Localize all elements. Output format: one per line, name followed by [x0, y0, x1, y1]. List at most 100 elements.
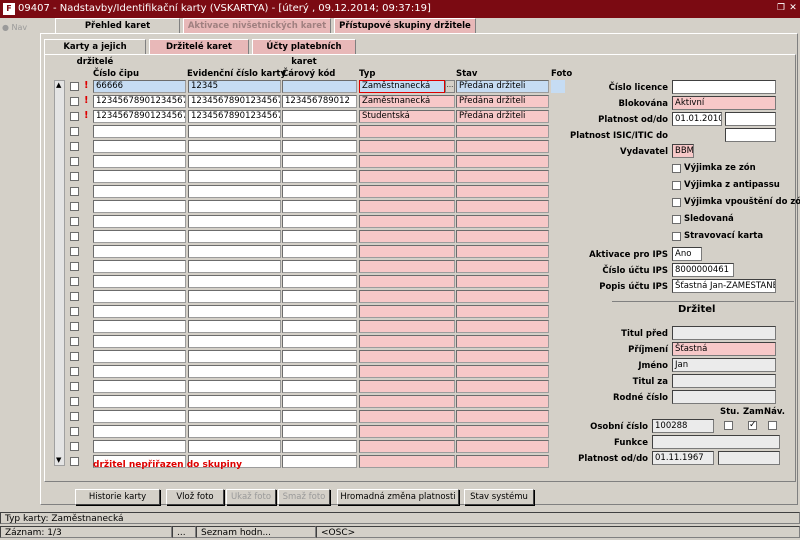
- cell-evidencni[interactable]: 12345678901234567890: [188, 95, 281, 108]
- smaz-foto-button[interactable]: Smaž foto: [278, 489, 330, 505]
- cell-stav[interactable]: [456, 140, 549, 153]
- cell-evidencni[interactable]: [188, 320, 281, 333]
- row-select-checkbox[interactable]: [70, 457, 79, 466]
- cell-typ[interactable]: [359, 170, 455, 183]
- cell-carovy[interactable]: [282, 260, 357, 273]
- cell-cislo-cipu[interactable]: [93, 260, 186, 273]
- cell-cislo-cipu[interactable]: [93, 170, 186, 183]
- cell-carovy[interactable]: [282, 245, 357, 258]
- cell-carovy[interactable]: [282, 425, 357, 438]
- cell-typ[interactable]: [359, 440, 455, 453]
- cell-typ[interactable]: [359, 455, 455, 468]
- cell-typ[interactable]: [359, 230, 455, 243]
- row-select-checkbox[interactable]: [70, 232, 79, 241]
- cell-cislo-cipu[interactable]: [93, 425, 186, 438]
- nav-button[interactable]: ● Nav: [2, 23, 27, 32]
- popis-uctu-ips-field[interactable]: Šťastná Jan-ZAMESTANE: [672, 279, 776, 293]
- cell-cislo-cipu[interactable]: [93, 305, 186, 318]
- row-select-checkbox[interactable]: [70, 367, 79, 376]
- cell-stav[interactable]: Předána držiteli: [456, 80, 549, 93]
- titul-za-field[interactable]: [672, 374, 776, 388]
- row-select-checkbox[interactable]: [70, 412, 79, 421]
- cell-typ[interactable]: [359, 155, 455, 168]
- cell-cislo-cipu[interactable]: [93, 335, 186, 348]
- cell-stav[interactable]: [456, 290, 549, 303]
- cell-carovy[interactable]: [282, 155, 357, 168]
- prijmeni-field[interactable]: Šťastná: [672, 342, 776, 356]
- tab-drzitele-karet[interactable]: Držitelé karet: [149, 39, 249, 54]
- cell-carovy[interactable]: [282, 380, 357, 393]
- cell-stav[interactable]: Předána držiteli: [456, 110, 549, 123]
- cell-carovy[interactable]: [282, 320, 357, 333]
- cell-typ[interactable]: [359, 425, 455, 438]
- cell-evidencni[interactable]: [188, 245, 281, 258]
- tab-pristupove-skupiny[interactable]: Přístupové skupiny držitele: [334, 18, 476, 33]
- cell-evidencni[interactable]: 12345: [188, 80, 281, 93]
- row-select-checkbox[interactable]: [70, 262, 79, 271]
- cell-carovy[interactable]: [282, 125, 357, 138]
- cell-carovy[interactable]: [282, 365, 357, 378]
- historie-karty-button[interactable]: Historie karty: [75, 489, 160, 505]
- cell-cislo-cipu[interactable]: [93, 380, 186, 393]
- cell-carovy[interactable]: [282, 185, 357, 198]
- cell-typ[interactable]: [359, 410, 455, 423]
- cell-cislo-cipu[interactable]: [93, 230, 186, 243]
- cell-typ[interactable]: [359, 395, 455, 408]
- grid-scrollbar[interactable]: [54, 80, 65, 466]
- cell-typ[interactable]: [359, 350, 455, 363]
- lov-button[interactable]: ...: [445, 80, 455, 93]
- cell-stav[interactable]: [456, 230, 549, 243]
- cell-evidencni[interactable]: [188, 275, 281, 288]
- cell-cislo-cipu[interactable]: [93, 440, 186, 453]
- cell-cislo-cipu[interactable]: [93, 155, 186, 168]
- cell-typ[interactable]: [359, 125, 455, 138]
- cell-carovy[interactable]: [282, 305, 357, 318]
- cell-cislo-cipu[interactable]: 12345678901234567890: [93, 95, 186, 108]
- cell-cislo-cipu[interactable]: [93, 275, 186, 288]
- row-select-checkbox[interactable]: [70, 187, 79, 196]
- row-select-checkbox[interactable]: [70, 202, 79, 211]
- cell-stav[interactable]: [456, 410, 549, 423]
- checkbox-option[interactable]: [672, 164, 681, 173]
- row-select-checkbox[interactable]: [70, 112, 79, 121]
- cell-typ[interactable]: [359, 185, 455, 198]
- cell-carovy[interactable]: [282, 290, 357, 303]
- vloz-foto-button[interactable]: Vlož foto: [166, 489, 224, 505]
- cell-typ[interactable]: [359, 200, 455, 213]
- cell-stav[interactable]: [456, 185, 549, 198]
- cell-carovy[interactable]: [282, 410, 357, 423]
- nav-checkbox[interactable]: [768, 421, 777, 430]
- cell-evidencni[interactable]: [188, 155, 281, 168]
- blokovana-field[interactable]: Aktivní: [672, 96, 776, 110]
- cell-evidencni[interactable]: [188, 305, 281, 318]
- stav-systemu-button[interactable]: Stav systému: [464, 489, 534, 505]
- cell-carovy[interactable]: 123456789012: [282, 95, 357, 108]
- cell-cislo-cipu[interactable]: [93, 200, 186, 213]
- cell-typ[interactable]: [359, 140, 455, 153]
- row-select-checkbox[interactable]: [70, 142, 79, 151]
- cell-cislo-cipu[interactable]: 12345678901234567890: [93, 110, 186, 123]
- cell-typ[interactable]: [359, 380, 455, 393]
- hromadna-zmena-button[interactable]: Hromadná změna platnosti: [337, 489, 459, 505]
- row-select-checkbox[interactable]: [70, 217, 79, 226]
- cell-evidencni[interactable]: [188, 380, 281, 393]
- restore-icon[interactable]: ❐: [776, 3, 786, 13]
- cell-typ[interactable]: [359, 365, 455, 378]
- row-select-checkbox[interactable]: [70, 442, 79, 451]
- cell-evidencni[interactable]: [188, 185, 281, 198]
- row-select-checkbox[interactable]: [70, 247, 79, 256]
- cell-evidencni[interactable]: [188, 440, 281, 453]
- cislo-uctu-ips-field[interactable]: 8000000461: [672, 263, 734, 277]
- cell-stav[interactable]: [456, 275, 549, 288]
- aktivace-ips-field[interactable]: Ano: [672, 247, 702, 261]
- cell-evidencni[interactable]: [188, 410, 281, 423]
- vydavatel-field[interactable]: BBM: [672, 144, 694, 158]
- cell-stav[interactable]: [456, 200, 549, 213]
- checkbox-option[interactable]: [672, 198, 681, 207]
- cell-stav[interactable]: [456, 170, 549, 183]
- platnost-do-field[interactable]: [725, 112, 776, 126]
- cell-stav[interactable]: [456, 440, 549, 453]
- cell-stav[interactable]: [456, 395, 549, 408]
- cell-cislo-cipu[interactable]: [93, 290, 186, 303]
- row-select-checkbox[interactable]: [70, 277, 79, 286]
